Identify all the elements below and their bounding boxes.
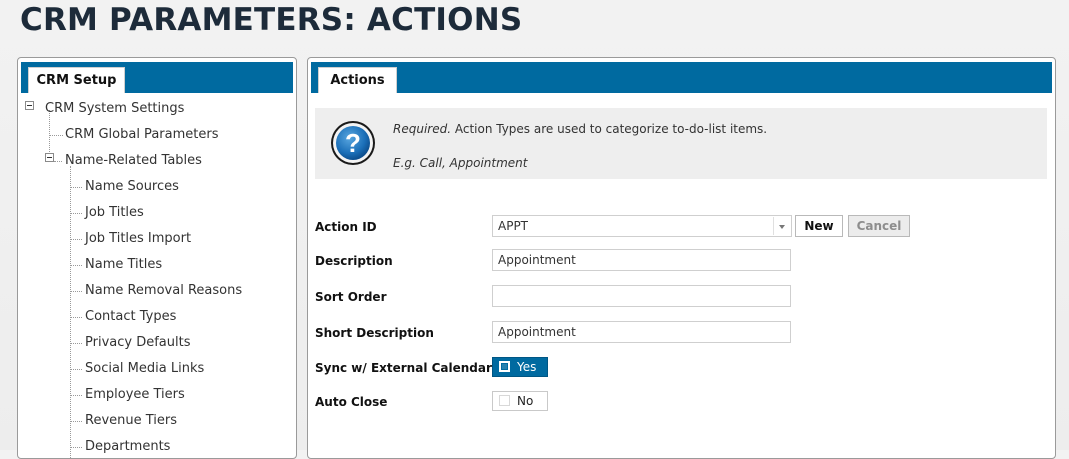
description-label: Description <box>315 254 393 268</box>
tree-connector <box>70 213 82 214</box>
actions-panel: Actions ? Required. Action Types are use… <box>307 57 1056 459</box>
chevron-down-icon[interactable] <box>773 217 790 235</box>
tree-item-label: Job Titles Import <box>85 231 192 246</box>
tab-actions[interactable]: Actions <box>318 67 397 93</box>
short-description-field[interactable]: Appointment <box>492 321 791 343</box>
crm-setup-panel: CRM Setup CRM System Settings CRM Global… <box>17 57 297 459</box>
auto-close-toggle[interactable]: No <box>492 391 548 411</box>
page-title: CRM PARAMETERS: ACTIONS <box>20 2 523 38</box>
tree-item[interactable]: Contact Types <box>85 304 176 330</box>
tab-crm-setup[interactable]: CRM Setup <box>28 67 125 93</box>
tree-item[interactable]: Name Titles <box>85 252 162 278</box>
sort-order-field[interactable] <box>492 285 791 307</box>
tree-connector <box>70 421 82 422</box>
auto-close-value: No <box>517 394 534 408</box>
action-id-select[interactable]: APPT <box>492 215 792 237</box>
right-tab-bar: Actions <box>311 62 1052 93</box>
tree-connector <box>70 166 71 458</box>
tree-item-crm-global-parameters[interactable]: CRM Global Parameters <box>65 122 218 148</box>
tree-item-label: Revenue Tiers <box>85 413 178 428</box>
tree-connector <box>70 369 82 370</box>
description-field[interactable]: Appointment <box>492 249 791 271</box>
tree-item-name-related-tables[interactable]: Name-Related Tables <box>45 148 202 174</box>
action-id-value: APPT <box>498 219 529 233</box>
tree-connector <box>70 187 82 188</box>
tree-item-crm-system-settings[interactable]: CRM System Settings <box>25 96 184 122</box>
tree-item-label: Departments <box>85 439 171 454</box>
tree-connector <box>70 265 82 266</box>
svg-text:?: ? <box>345 128 361 158</box>
tree-item-label: Social Media Links <box>85 361 205 376</box>
tree-item[interactable]: Job Titles Import <box>85 226 191 252</box>
tree-item-label: Name-Related Tables <box>65 153 202 168</box>
tree-item[interactable]: Privacy Defaults <box>85 330 190 356</box>
auto-close-label: Auto Close <box>315 395 388 409</box>
tree-item[interactable]: Departments <box>85 434 171 458</box>
short-description-label: Short Description <box>315 326 434 340</box>
action-id-label: Action ID <box>315 220 377 234</box>
tree-connector <box>70 343 82 344</box>
collapse-minus-icon[interactable] <box>45 153 54 162</box>
help-info-box: ? Required. Action Types are used to cat… <box>315 108 1047 179</box>
collapse-minus-icon[interactable] <box>25 101 34 110</box>
checkbox-checked-icon <box>499 361 510 372</box>
tree-item-label: Name Removal Reasons <box>85 283 243 298</box>
sync-calendar-value: Yes <box>517 360 537 374</box>
sort-order-label: Sort Order <box>315 290 387 304</box>
tree-item-label: CRM Global Parameters <box>65 127 219 142</box>
tree-item[interactable]: Social Media Links <box>85 356 204 382</box>
tree-connector <box>70 239 82 240</box>
tree-item[interactable]: Job Titles <box>85 200 144 226</box>
tree-connector <box>70 447 82 448</box>
sync-calendar-toggle[interactable]: Yes <box>492 357 548 377</box>
tree-connector <box>49 135 63 136</box>
tree-connector <box>70 395 82 396</box>
tree-item-label: Name Sources <box>85 179 179 194</box>
new-button[interactable]: New <box>795 215 843 237</box>
tree-item-label: Contact Types <box>85 309 177 324</box>
tree-item-label: CRM System Settings <box>45 101 185 116</box>
tree-item-label: Privacy Defaults <box>85 335 191 350</box>
tree-connector <box>70 291 82 292</box>
cancel-button[interactable]: Cancel <box>848 215 910 237</box>
tree-item[interactable]: Employee Tiers <box>85 382 185 408</box>
help-description: Action Types are used to categorize to-d… <box>451 122 768 136</box>
tree-item[interactable]: Name Removal Reasons <box>85 278 242 304</box>
help-text: Required. Action Types are used to categ… <box>393 119 767 173</box>
tree-item-label: Job Titles <box>85 205 144 220</box>
tree-connector <box>70 317 82 318</box>
question-mark-circle-icon: ? <box>331 121 375 165</box>
help-example: E.g. Call, Appointment <box>393 156 528 170</box>
required-note: Required. <box>393 122 452 136</box>
help-line-1: Required. Action Types are used to categ… <box>393 119 767 139</box>
tree-item-label: Name Titles <box>85 257 163 272</box>
checkbox-unchecked-icon <box>499 395 510 406</box>
tree-item[interactable]: Name Sources <box>85 174 179 200</box>
tree-item-label: Employee Tiers <box>85 387 185 402</box>
sync-calendar-label: Sync w/ External Calendar <box>315 361 492 375</box>
left-tab-bar: CRM Setup <box>21 62 293 93</box>
tree-item[interactable]: Revenue Tiers <box>85 408 177 434</box>
